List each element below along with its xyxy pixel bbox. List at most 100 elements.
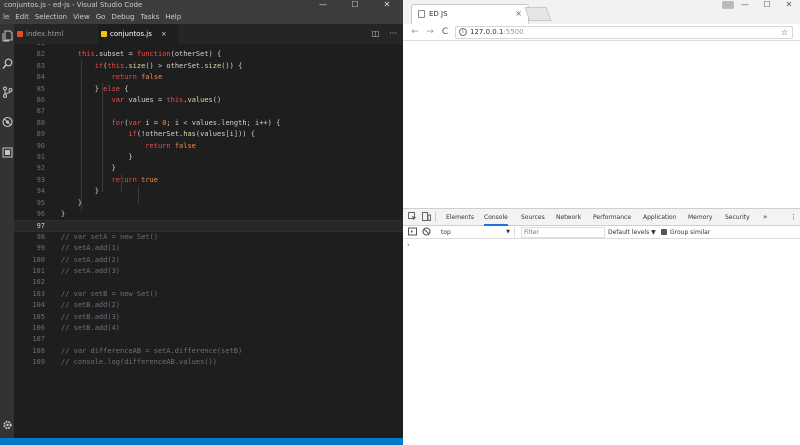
tab-label: conjuntos.js [110,30,152,38]
code-text: // var setB = new Set() [61,289,158,298]
address-bar[interactable]: i 127.0.0.1:5500 ☆ [455,26,793,39]
devtools-tab-console[interactable]: Console [484,209,508,226]
code-text: } else { [94,84,129,93]
profile-icon[interactable] [722,1,734,9]
browser-tab[interactable]: ED JS × [411,4,529,24]
more-tabs-icon[interactable]: » [763,209,767,226]
bookmark-star-icon[interactable]: ☆ [781,27,788,38]
code-line[interactable]: 83 if(this.size() > otherSet.size()) { [14,61,403,72]
tab-close-icon[interactable]: × [161,30,167,38]
tab-index-html[interactable]: index.html [14,24,94,44]
debug-icon[interactable] [1,116,13,130]
tab-close-icon[interactable]: × [515,5,522,23]
current-code-line[interactable]: 97 [14,220,403,232]
code-text: var values = this.values() [111,96,222,104]
line-number: 86 [36,96,45,104]
minimize-button[interactable]: — [734,0,756,12]
menu-view[interactable]: View [70,10,93,24]
code-line[interactable]: 89 if(!otherSet.has(values[i])) { [14,129,403,140]
back-icon[interactable]: ← [409,26,421,38]
menu-go[interactable]: Go [93,10,109,24]
code-line[interactable]: 82 this.subset = function(otherSet) { [14,49,403,60]
code-line[interactable]: 96} [14,209,403,220]
devtools-tab-memory[interactable]: Memory [688,209,712,226]
reload-icon[interactable]: C [439,26,451,38]
code-line[interactable]: 106 // setB.add(4) [14,323,403,334]
code-line[interactable]: 100 // setA.add(2) [14,255,403,266]
maximize-button[interactable]: ☐ [339,0,371,10]
code-line[interactable]: 92 } [14,163,403,174]
minimize-button[interactable]: — [307,0,339,10]
console-filter-input[interactable] [521,227,605,238]
tab-conjuntos-js[interactable]: conjuntos.js × [98,24,178,44]
code-editor[interactable]: 8182 this.subset = function(otherSet) {8… [14,44,403,445]
line-number: 91 [36,153,45,161]
console-prompt[interactable]: › [407,241,410,249]
code-line[interactable]: 90 return false [14,141,403,152]
menu-debug[interactable]: Debug [108,10,137,24]
devtools-tab-application[interactable]: Application [643,209,677,226]
code-line[interactable]: 85 } else { [14,84,403,95]
code-line[interactable]: 95 } [14,198,403,209]
menu-tasks[interactable]: Tasks [137,10,162,24]
menu-file[interactable]: le [0,10,12,24]
forward-icon[interactable]: → [424,26,436,38]
inspect-element-icon[interactable] [407,212,417,222]
close-button[interactable]: ✕ [371,0,403,10]
checkbox-checked-icon[interactable] [661,229,667,235]
line-number: 109 [32,358,45,367]
code-line[interactable]: 99 // setA.add(1) [14,243,403,254]
context-selector[interactable]: top ▼ [437,227,515,238]
menu-help[interactable]: Help [162,10,184,24]
code-line[interactable]: 98 // var setA = new Set() [14,232,403,243]
code-line[interactable]: 107 [14,334,403,345]
page-icon [418,10,425,18]
code-text: } [128,153,133,161]
devtools-tab-sources[interactable]: Sources [521,209,545,226]
line-number: 106 [32,324,45,332]
code-line[interactable]: 109 // console.log(differenceAB.values()) [14,357,403,368]
new-tab-button[interactable] [524,7,552,21]
explorer-icon[interactable] [1,30,13,44]
settings-gear-icon[interactable] [1,419,13,433]
code-line[interactable]: 108 // var differenceAB = setA.difference… [14,346,403,357]
clear-console-icon[interactable] [421,227,431,237]
line-number: 89 [36,130,45,139]
devtools-tab-network[interactable]: Network [556,209,581,226]
code-line[interactable]: 84 return false [14,72,403,83]
devtools-tab-elements[interactable]: Elements [446,209,474,226]
log-levels-dropdown[interactable]: Default levels ▼ [608,226,656,239]
code-text: // setA.add(2) [61,255,121,264]
maximize-button[interactable]: ☐ [756,0,778,12]
code-line[interactable]: 101 // setA.add(3) [14,266,403,277]
info-icon[interactable]: i [459,28,467,36]
device-toolbar-icon[interactable] [421,212,431,222]
search-icon[interactable] [1,58,13,72]
html-file-icon [17,31,23,37]
console-sidebar-icon[interactable] [407,227,417,237]
group-similar-toggle[interactable]: Group similar [661,226,710,239]
code-line[interactable]: 103 // var setB = new Set() [14,289,403,300]
split-editor-icon[interactable]: ◫ [372,24,380,44]
code-line[interactable]: 91 } [14,152,403,163]
code-line[interactable]: 93 return true [14,175,403,186]
code-line[interactable]: 104 // setB.add(2) [14,300,403,311]
indent-guide [102,83,103,192]
close-button[interactable]: ✕ [778,0,800,12]
devtools-menu-icon[interactable]: ⋮ [790,209,797,226]
code-line[interactable]: 86 var values = this.values() [14,95,403,106]
menu-edit[interactable]: Edit [12,10,32,24]
code-text: // setB.add(4) [61,324,121,332]
code-line[interactable]: 102 [14,277,403,288]
code-line[interactable]: 105 // setB.add(3) [14,312,403,323]
more-actions-icon[interactable]: ··· [389,24,397,44]
devtools-tab-performance[interactable]: Performance [593,209,631,226]
extensions-icon[interactable] [1,146,13,160]
code-line[interactable]: 87 [14,106,403,117]
code-line[interactable]: 88 for(var i = 0; i < values.length; i++… [14,118,403,129]
menu-selection[interactable]: Selection [32,10,70,24]
source-control-icon[interactable] [1,86,13,100]
code-text: } [94,187,99,196]
devtools-tab-security[interactable]: Security [725,209,750,226]
code-line[interactable]: 94 } [14,186,403,197]
